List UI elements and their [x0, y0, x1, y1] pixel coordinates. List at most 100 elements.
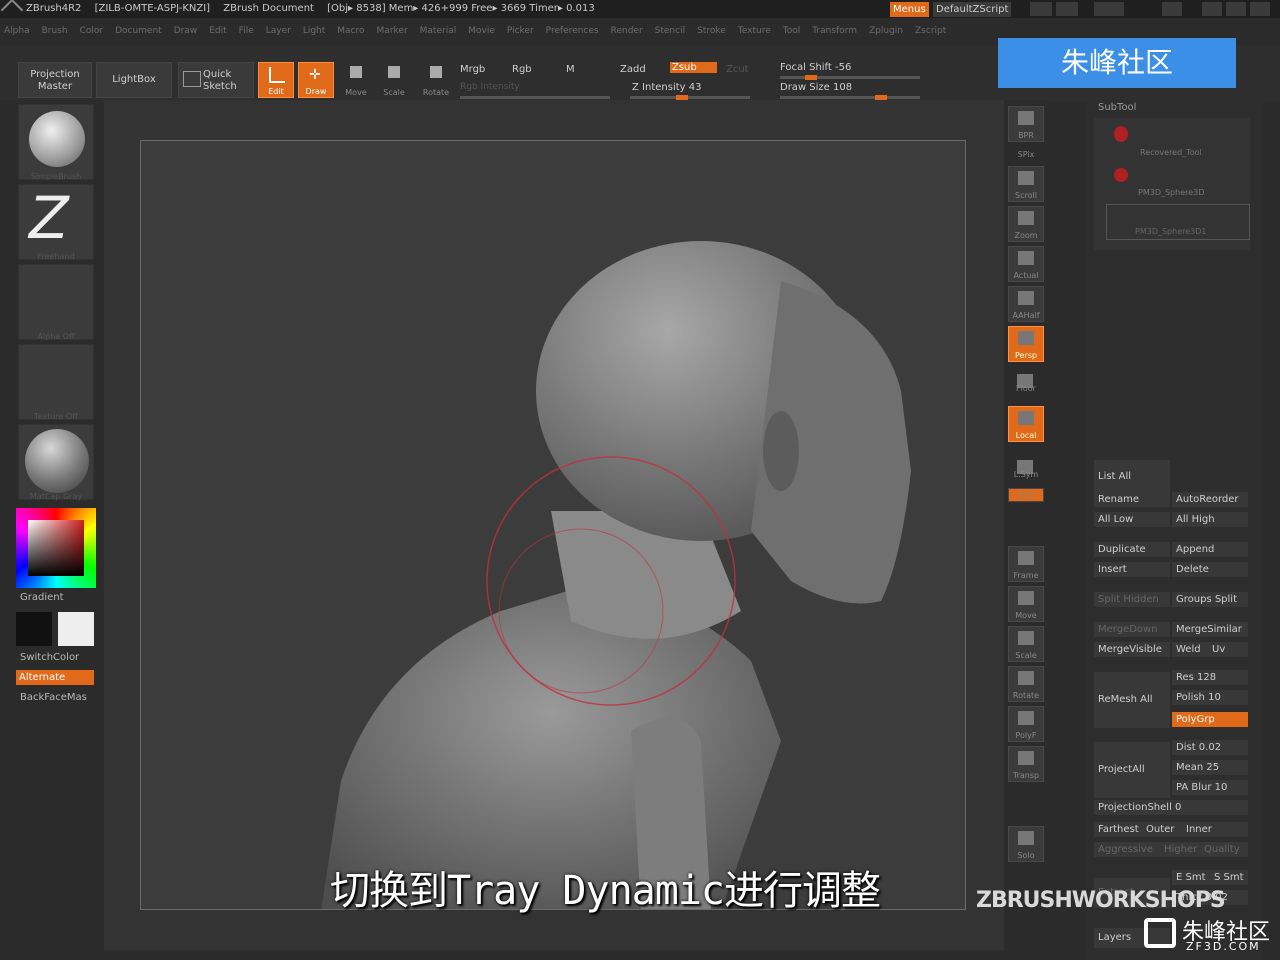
projection-master-button[interactable]: Projection Master: [18, 62, 92, 98]
gradient-label[interactable]: Gradient: [20, 592, 64, 603]
close-icon[interactable]: [1250, 2, 1270, 16]
rgb-toggle[interactable]: Rgb: [512, 64, 532, 75]
menu-item[interactable]: Alpha: [0, 26, 30, 36]
shelf-button-scale[interactable]: Scale: [1008, 626, 1044, 662]
tray-dist-button[interactable]: Dist 0.02: [1172, 740, 1248, 755]
menu-item[interactable]: Render: [607, 26, 643, 36]
stroke-slot[interactable]: Z: [18, 184, 94, 260]
shelf-button-frame[interactable]: Frame: [1008, 546, 1044, 582]
menu-item[interactable]: Stencil: [651, 26, 685, 36]
menu-item[interactable]: Stroke: [693, 26, 726, 36]
shelf-button-polyf[interactable]: PolyF: [1008, 706, 1044, 742]
tray-pa-blur-button[interactable]: PA Blur 10: [1172, 780, 1248, 795]
z-intensity-track[interactable]: [630, 95, 750, 100]
zadd-toggle[interactable]: Zadd: [620, 64, 646, 75]
alternate-button[interactable]: Alternate: [16, 670, 94, 685]
tray-merge-down-button[interactable]: MergeDown: [1094, 622, 1170, 637]
tray-e-smt-button[interactable]: E Smt: [1172, 870, 1210, 885]
tray-autoreorder-button[interactable]: AutoReorder: [1172, 492, 1248, 507]
tray-append-button[interactable]: Append: [1172, 542, 1248, 557]
alpha-slot[interactable]: [18, 264, 94, 340]
menu-item[interactable]: Zplugin: [865, 26, 903, 36]
menus-button[interactable]: Menus: [890, 2, 929, 17]
tray-polish-button[interactable]: Polish 10: [1172, 690, 1248, 705]
shelf-button-persp[interactable]: Persp: [1008, 326, 1044, 362]
shelf-button-aahalf[interactable]: AAHalf: [1008, 286, 1044, 322]
brush-slot[interactable]: [18, 104, 94, 180]
color-picker[interactable]: [16, 508, 96, 588]
shelf-button-rotate[interactable]: Rotate: [1008, 666, 1044, 702]
focal-shift-slider[interactable]: Focal Shift -56: [780, 62, 851, 73]
tray-remesh-all-button[interactable]: ReMesh All: [1094, 672, 1170, 728]
tray-s-smt-button[interactable]: S Smt: [1210, 870, 1248, 885]
texture-slot[interactable]: [18, 344, 94, 420]
tray-weld-button[interactable]: Weld: [1172, 642, 1208, 657]
shelf-button-local[interactable]: Local: [1008, 406, 1044, 442]
shelf-button-transp[interactable]: Transp: [1008, 746, 1044, 782]
menu-item[interactable]: Marker: [373, 26, 408, 36]
edit-button[interactable]: Edit: [258, 62, 294, 98]
move-button[interactable]: Move: [338, 62, 374, 98]
tray-mean-button[interactable]: Mean 25: [1172, 760, 1248, 775]
menu-item[interactable]: Texture: [734, 26, 771, 36]
color-square[interactable]: [28, 520, 84, 576]
minimize-icon[interactable]: [1202, 2, 1222, 16]
menu-item[interactable]: Macro: [333, 26, 364, 36]
menu-item[interactable]: Edit: [205, 26, 226, 36]
rgb-intensity-track[interactable]: [460, 96, 610, 99]
tray-split-hidden-button[interactable]: Split Hidden: [1094, 592, 1170, 607]
scale-button[interactable]: Scale: [376, 62, 412, 98]
camera-icon[interactable]: [1094, 2, 1124, 16]
zsub-toggle[interactable]: Zsub: [670, 62, 717, 73]
quick-sketch-button[interactable]: Quick Sketch: [178, 62, 254, 98]
menu-item[interactable]: Tool: [779, 26, 800, 36]
document-canvas[interactable]: [140, 140, 966, 910]
tray-groups-split-button[interactable]: Groups Split: [1172, 592, 1248, 607]
menu-item[interactable]: Movie: [464, 26, 495, 36]
subtool-item[interactable]: Recovered_Tool: [1094, 120, 1250, 160]
rotate-button[interactable]: Rotate: [418, 62, 454, 98]
draw-size-slider[interactable]: Draw Size 108: [780, 82, 852, 93]
tray-list-all-button[interactable]: List All: [1094, 460, 1170, 494]
tray-project-all-button[interactable]: ProjectAll: [1094, 742, 1170, 798]
shelf-button-spix[interactable]: SPix: [1008, 146, 1044, 160]
z-intensity-slider[interactable]: Z Intensity 43: [632, 82, 701, 93]
menu-item[interactable]: Color: [76, 26, 104, 36]
shelf-button-xyz[interactable]: XYZ: [1008, 488, 1044, 502]
switchcolor-button[interactable]: SwitchColor: [20, 652, 79, 663]
menu-item[interactable]: File: [235, 26, 254, 36]
tray-delete-button[interactable]: Delete: [1172, 562, 1248, 577]
draw-size-track[interactable]: [780, 95, 920, 100]
menu-item[interactable]: Zscript: [911, 26, 946, 36]
mrgb-toggle[interactable]: Mrgb: [460, 64, 485, 75]
zcut-toggle[interactable]: Zcut: [726, 64, 749, 75]
shelf-button-solo[interactable]: Solo: [1008, 826, 1044, 862]
draw-button[interactable]: ✛ Draw: [298, 62, 334, 98]
menu-item[interactable]: Brush: [38, 26, 68, 36]
material-slot[interactable]: [18, 424, 94, 500]
tray-duplicate-button[interactable]: Duplicate: [1094, 542, 1170, 557]
subtool-item[interactable]: PM3D_Sphere3D: [1094, 162, 1250, 202]
shelf-button-actual[interactable]: Actual: [1008, 246, 1044, 282]
lightbox-button[interactable]: LightBox: [96, 62, 172, 98]
tray-insert-button[interactable]: Insert: [1094, 562, 1170, 577]
menu-item[interactable]: Material: [416, 26, 457, 36]
tray-farthest-button[interactable]: Farthest: [1094, 822, 1142, 837]
shelf-button-move[interactable]: Move: [1008, 586, 1044, 622]
rgb-intensity-slider[interactable]: Rgb Intensity: [460, 82, 520, 92]
tray-inner-button[interactable]: Inner: [1182, 822, 1248, 837]
layout-icon[interactable]: [1056, 2, 1078, 16]
shelf-button-floor[interactable]: Floor: [1008, 370, 1044, 394]
lock-icon[interactable]: [1162, 2, 1182, 16]
tray-uv-button[interactable]: Uv: [1208, 642, 1248, 657]
focal-shift-track[interactable]: [780, 75, 920, 80]
shelf-button-bpr[interactable]: BPR: [1008, 106, 1044, 142]
menu-item[interactable]: Picker: [503, 26, 534, 36]
menu-item[interactable]: Layer: [262, 26, 291, 36]
menu-item[interactable]: Light: [299, 26, 325, 36]
tray-quality-button[interactable]: Quality: [1200, 842, 1248, 857]
maximize-icon[interactable]: [1226, 2, 1246, 16]
tray-outer-button[interactable]: Outer: [1142, 822, 1182, 837]
menu-item[interactable]: Draw: [170, 26, 198, 36]
shelf-button-l-sym[interactable]: L.Sym: [1008, 456, 1044, 480]
